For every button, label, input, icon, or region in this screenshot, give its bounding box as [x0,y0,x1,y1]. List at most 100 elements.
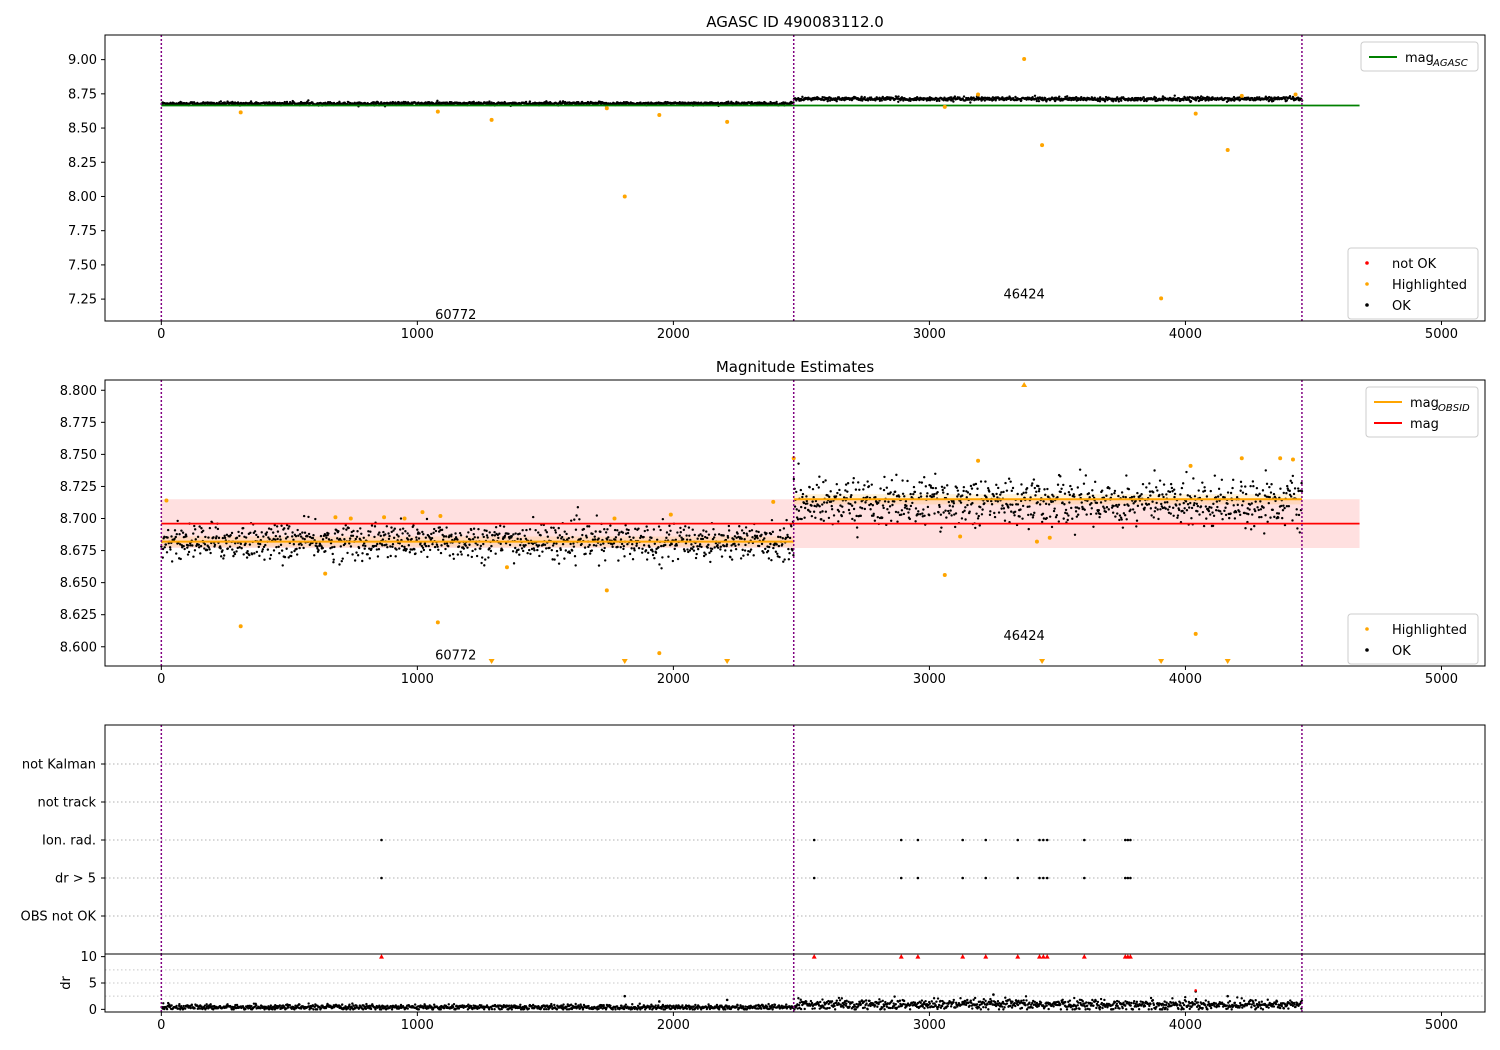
ok-point [413,1003,417,1006]
ok-point [208,548,211,551]
ok-point [752,554,755,557]
ok-point [688,549,692,552]
ok-point [1075,515,1079,518]
ok-point [462,547,466,550]
ok-point [966,503,969,507]
ok-point [277,545,280,548]
ok-point [1233,517,1237,520]
ok-point [369,1007,373,1011]
ok-point [248,553,251,557]
ok-point [351,534,355,538]
highlighted-point [1293,92,1298,97]
ok-point [653,557,656,560]
x-tick-label: 1000 [401,672,434,687]
ok-point [1196,504,1200,508]
ok-point [1204,505,1208,508]
ok-point [946,484,949,487]
ok-point [1024,491,1028,494]
ok-point [834,495,838,498]
y-tick-label: 8.25 [68,156,97,171]
ok-point [181,531,185,534]
ok-point [1111,511,1115,514]
chart-title: AGASC ID 490083112.0 [706,13,884,31]
ok-point [1183,507,1186,510]
ok-point [470,528,473,532]
ok-point [183,547,186,551]
ok-point [1056,496,1059,499]
ok-point [979,505,982,509]
ok-point [499,542,502,546]
ok-point [1057,520,1061,523]
ok-point [676,531,679,534]
ok-point [200,527,203,530]
ok-point [279,543,283,547]
ok-point [872,512,875,516]
ok-point [951,505,955,508]
ok-point [619,546,622,549]
ok-point [1295,508,1298,511]
ok-point [1239,489,1242,492]
ok-point [511,550,515,553]
ok-point [366,553,369,556]
ok-point [867,485,871,488]
ok-point [1027,513,1030,517]
ok-point [788,536,792,540]
ok-point [635,542,639,545]
ok-point [1186,494,1189,497]
ok-point [988,513,992,517]
ok-point [187,550,191,554]
ok-point [348,1003,351,1006]
ok-point [775,543,778,546]
ok-point [345,528,348,531]
ok-point [1197,489,1200,492]
ok-point [1255,486,1259,490]
flag-point [916,838,920,842]
ok-point [730,558,734,561]
ok-point [705,530,708,533]
ok-point [746,553,750,556]
ok-point [679,526,682,530]
ok-point [658,563,661,566]
highlighted-point [668,512,673,517]
ok-point [1266,520,1269,524]
ok-point [737,543,740,546]
ok-point [668,524,671,528]
ok-point [533,549,536,552]
ok-point [355,535,359,538]
ok-point [712,536,716,539]
ok-point [381,544,384,547]
ok-point [1209,489,1212,493]
ok-point [760,542,764,546]
ok-point [499,524,502,528]
ok-point [1285,99,1289,102]
ok-point [283,527,286,530]
ok-point [651,550,654,553]
ok-point [707,543,710,547]
ok-point [173,529,177,532]
ok-point [942,491,945,494]
ok-point [905,504,908,508]
ok-point [1019,508,1022,511]
ok-point [959,501,963,504]
ok-point [760,533,763,536]
ok-point [1095,501,1099,505]
ok-point [528,528,532,531]
ok-point [1288,489,1291,493]
ok-point [1141,482,1145,486]
ok-point [860,507,864,510]
ok-point [1069,484,1072,488]
ok-point [818,505,821,508]
ok-point [1228,516,1231,520]
ok-point [716,543,719,547]
ok-point [222,554,226,557]
ok-point [965,496,968,499]
ok-point [564,549,568,552]
ok-point [555,549,559,553]
ok-point [641,547,644,551]
agasc-magnitude-panel: AGASC ID 490083112.060772464240 1000 2000 3… [68,13,1486,342]
ok-point [537,544,541,547]
ok-point [477,527,480,531]
ok-point [734,547,738,551]
ok-point [588,525,591,528]
ok-point [175,552,178,555]
